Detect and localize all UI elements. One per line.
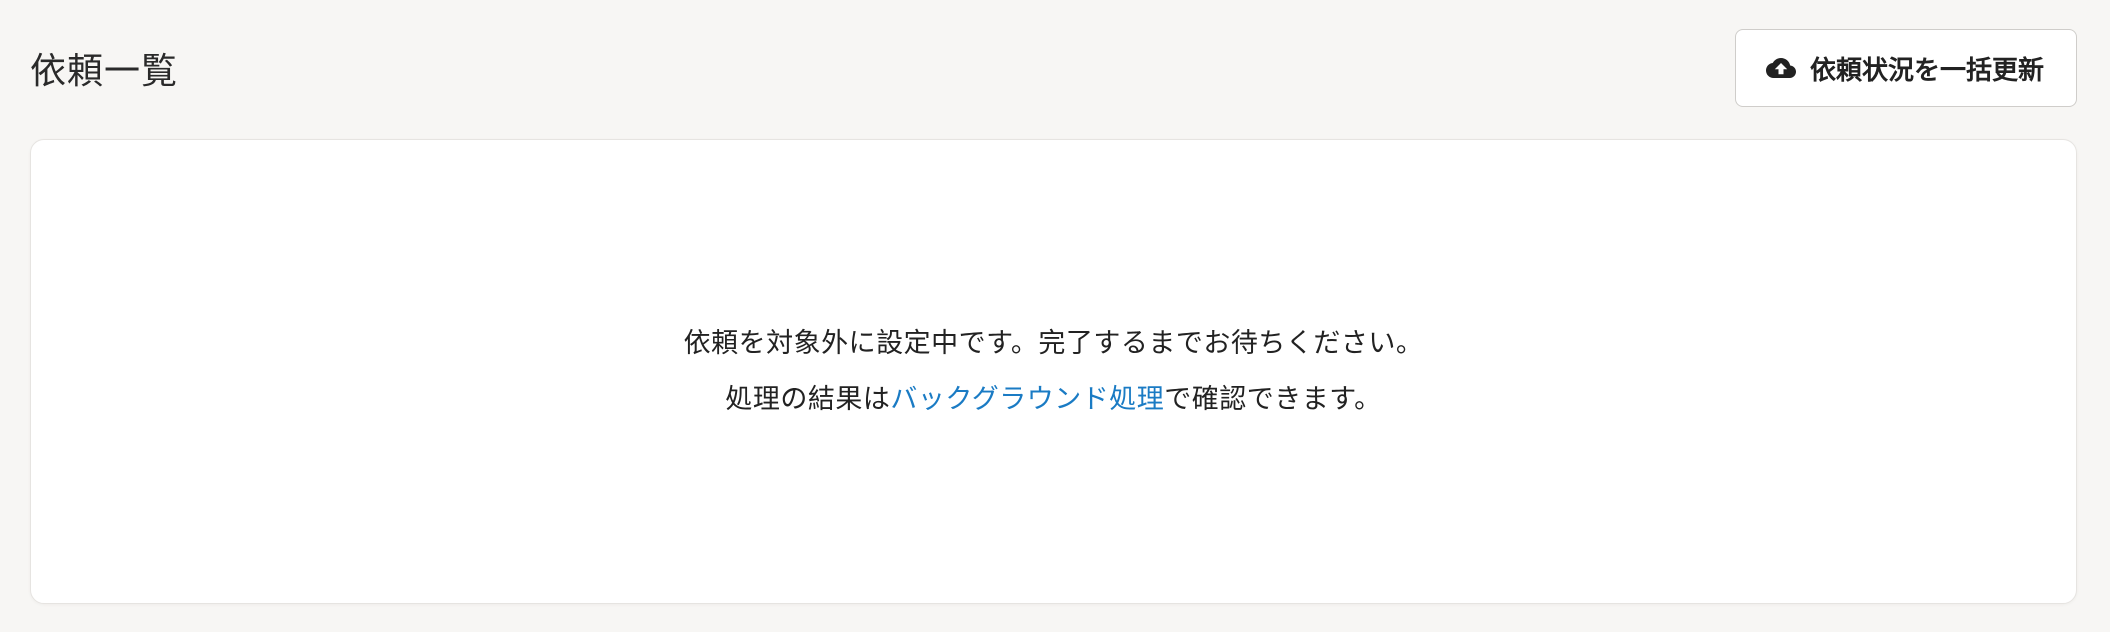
message-prefix: 処理の結果は (725, 383, 891, 415)
page-title: 依頼一覧 (30, 51, 179, 92)
message-suffix: で確認できます。 (1164, 383, 1382, 415)
background-processing-link[interactable]: バックグラウンド処理 (890, 384, 1164, 415)
cloud-upload-icon (1765, 53, 1796, 83)
bulk-update-status-button[interactable]: 依頼状況を一括更新 (1734, 29, 2077, 107)
page-header: 依頼一覧 依頼状況を一括更新 (30, 28, 2077, 108)
bulk-update-label: 依頼状況を一括更新 (1809, 55, 2044, 86)
processing-message: 依頼を対象外に設定中です。完了するまでお待ちください。 処理の結果はバックグラウ… (684, 316, 1424, 428)
status-card: 依頼を対象外に設定中です。完了するまでお待ちください。 処理の結果はバックグラウ… (30, 139, 2077, 604)
processing-message-line-1: 依頼を対象外に設定中です。完了するまでお待ちください。 (683, 327, 1424, 359)
processing-message-line-2: 処理の結果はバックグラウンド処理で確認できます。 (684, 372, 1424, 428)
